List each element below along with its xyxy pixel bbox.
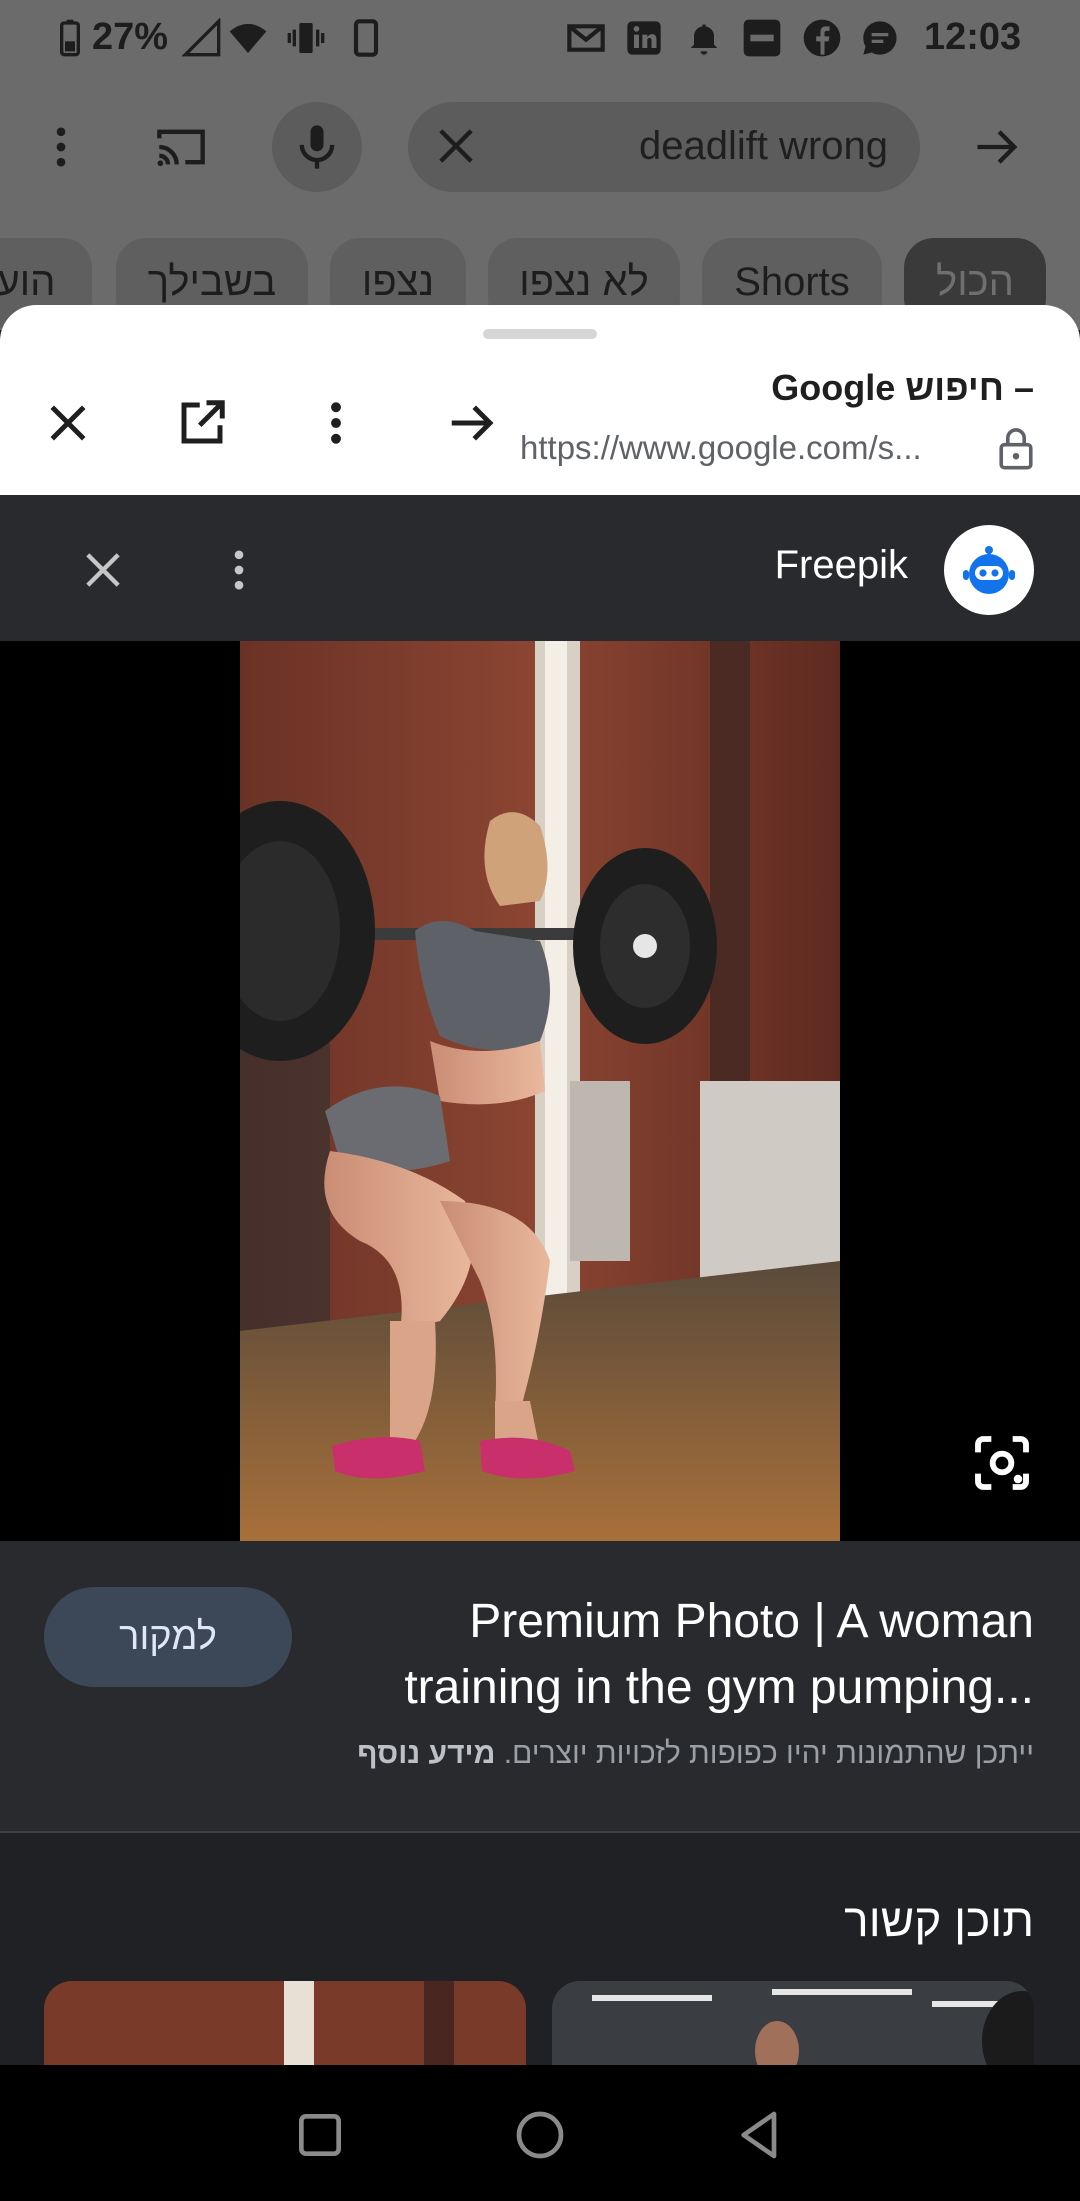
freepik-logo-icon[interactable] [944, 525, 1034, 615]
bell-icon [684, 18, 724, 58]
status-bar: 27% 12:03 [0, 0, 1080, 80]
battery-icon [50, 18, 90, 58]
open-external-icon[interactable] [164, 385, 240, 461]
divider [0, 1831, 1080, 1833]
clock: 12:03 [924, 16, 1022, 58]
search-query: deadlift wrong [638, 124, 888, 168]
cast-icon[interactable] [136, 102, 226, 192]
custom-tab-sheet: – חיפוש Google https://www.google.com/s.… [0, 305, 1080, 2065]
home-icon[interactable] [500, 2095, 580, 2175]
recents-icon[interactable] [280, 2095, 360, 2175]
background-app: 27% 12:03 deadlift wrong הכול Shorts לא … [0, 0, 1080, 330]
tab-title: – חיפוש Google [771, 367, 1034, 408]
vibrate-icon [286, 18, 326, 58]
close-viewer-icon[interactable] [68, 535, 138, 605]
forward-arrow-icon[interactable] [434, 385, 510, 461]
close-tab-icon[interactable] [30, 385, 106, 461]
clear-search-icon[interactable] [430, 120, 482, 172]
news-icon [742, 18, 782, 58]
linkedin-icon [624, 18, 664, 58]
phone-icon [346, 18, 386, 58]
image-info-panel: למקור Premium Photo | A woman training i… [0, 1541, 1080, 1831]
main-photo[interactable] [240, 641, 840, 1541]
tab-url[interactable]: https://www.google.com/s... [520, 429, 980, 467]
related-thumbnail[interactable] [552, 1981, 1034, 2065]
google-lens-icon[interactable] [970, 1431, 1034, 1495]
message-icon [860, 18, 900, 58]
image-title[interactable]: Premium Photo | A woman training in the … [334, 1589, 1034, 1721]
gmail-icon [566, 18, 606, 58]
copyright-notice: ייתכן שהתמונות יהיו כפופות לזכויות יוצרי… [357, 1737, 1034, 1771]
battery-percent: 27% [92, 16, 169, 58]
system-nav-bar [0, 2065, 1080, 2201]
bg-search-field[interactable]: deadlift wrong [408, 102, 920, 192]
mic-icon[interactable] [272, 102, 362, 192]
bg-more-icon[interactable] [16, 102, 106, 192]
lock-icon[interactable] [996, 425, 1036, 471]
related-thumbnail[interactable] [44, 1981, 526, 2065]
drag-handle[interactable] [483, 329, 597, 339]
tab-more-icon[interactable] [298, 385, 374, 461]
custom-tab-toolbar: – חיפוש Google https://www.google.com/s.… [0, 305, 1080, 495]
copyright-text: ייתכן שהתמונות יהיו כפופות לזכויות יוצרי… [503, 1737, 1034, 1770]
image-viewer-header: Freepik [0, 495, 1080, 641]
bg-forward-icon[interactable] [952, 102, 1042, 192]
related-content-heading: תוכן קשור [844, 1894, 1034, 1946]
visit-source-button[interactable]: למקור [44, 1587, 292, 1687]
more-info-link[interactable]: מידע נוסף [357, 1737, 495, 1770]
viewer-more-icon[interactable] [204, 535, 274, 605]
wifi-icon [228, 18, 268, 58]
source-name[interactable]: Freepik [775, 543, 908, 588]
back-icon[interactable] [720, 2095, 800, 2175]
signal-icon [182, 18, 222, 58]
image-preview-area [0, 641, 1080, 1541]
facebook-icon [802, 18, 842, 58]
